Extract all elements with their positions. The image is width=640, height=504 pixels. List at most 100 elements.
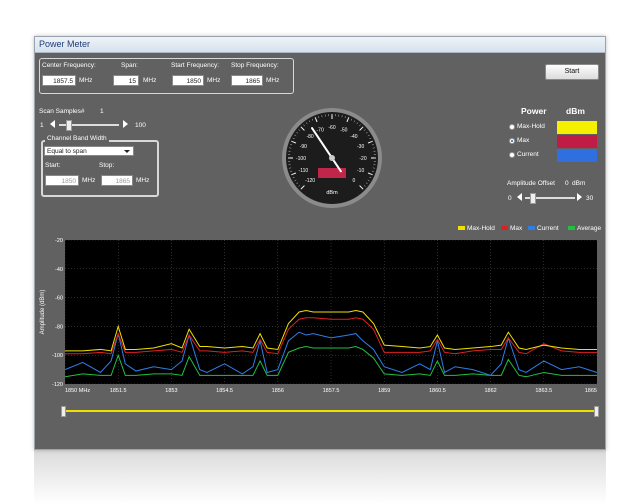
span-label: Span: xyxy=(121,62,138,69)
scan-decrement-arrow-icon[interactable] xyxy=(50,120,55,128)
frequency-range-track[interactable] xyxy=(65,410,595,412)
gauge-readout xyxy=(318,168,346,178)
gauge-tick-label: 0 xyxy=(353,178,356,184)
scan-increment-arrow-icon[interactable] xyxy=(123,120,128,128)
range-end-thumb[interactable] xyxy=(594,406,599,417)
gauge-tick-label: -60 xyxy=(328,125,335,131)
y-tick-label: -20 xyxy=(55,238,63,244)
window-reflection xyxy=(34,449,606,504)
legend-item-average: Average xyxy=(568,225,601,232)
cbw-stop-label: Stop: xyxy=(99,162,115,169)
window-title: Power Meter xyxy=(39,39,91,49)
gauge-tick-label: -120 xyxy=(305,178,315,184)
gauge-tick-label: -70 xyxy=(317,127,324,133)
cbw-start-unit: MHz xyxy=(82,177,96,184)
range-start-thumb[interactable] xyxy=(61,406,66,417)
gauge-tick-label: -30 xyxy=(357,144,364,150)
dbm-label: dBm xyxy=(566,106,585,116)
x-tick-label: 1856 xyxy=(272,388,284,394)
current-label: Current xyxy=(517,151,539,158)
x-tick-label: 1850 MHz xyxy=(65,388,90,394)
frequency-range-slider[interactable] xyxy=(61,406,599,417)
maxhold-radio[interactable] xyxy=(509,124,515,130)
legend-item-current: Current xyxy=(528,225,559,232)
max-label: Max xyxy=(517,137,530,144)
amplitude-offset-min: 0 xyxy=(508,195,512,202)
cbw-start-input[interactable]: 1850 xyxy=(45,175,79,186)
legend-label: Max-Hold xyxy=(467,225,495,232)
channel-band-width-mode: Equal to span xyxy=(47,148,87,155)
y-tick-label: -60 xyxy=(55,296,63,302)
amplitude-decrement-arrow-icon[interactable] xyxy=(517,193,522,201)
gauge-tick-label: -50 xyxy=(340,127,347,133)
gauge-tick-label: -20 xyxy=(359,156,366,162)
legend-swatch xyxy=(528,226,535,231)
x-tick-label: 1851.5 xyxy=(110,388,127,394)
center-frequency-unit: MHz xyxy=(79,77,93,84)
legend-swatch xyxy=(501,226,508,231)
amplitude-increment-arrow-icon[interactable] xyxy=(577,193,582,201)
legend-item-max-hold: Max-Hold xyxy=(458,225,495,232)
maxhold-color-swatch xyxy=(557,121,597,134)
gauge-tick-label: -80 xyxy=(306,134,313,140)
x-tick-label: 1857.5 xyxy=(323,388,340,394)
current-color-swatch xyxy=(557,149,597,162)
center-frequency-input[interactable]: 1857.5 xyxy=(42,75,76,86)
max-radio[interactable] xyxy=(509,138,515,144)
amplitude-offset-unit: dBm xyxy=(572,180,586,187)
gauge-hub xyxy=(329,155,335,161)
amplitude-offset-label: Amplitude Offset xyxy=(507,180,555,187)
channel-band-width-title: Channel Band Width xyxy=(45,135,109,142)
gauge-tick-label: -40 xyxy=(350,134,357,140)
legend-item-max: Max xyxy=(501,225,522,232)
gauge-tick-label: -90 xyxy=(300,144,307,150)
center-frequency-label: Center Frequency: xyxy=(42,62,96,69)
start-button[interactable]: Start xyxy=(545,64,599,80)
scan-samples-min: 1 xyxy=(40,122,44,129)
span-unit: MHz xyxy=(143,77,157,84)
y-tick-label: -80 xyxy=(55,324,63,330)
chevron-down-icon xyxy=(124,150,130,153)
legend-label: Current xyxy=(537,225,559,232)
cbw-stop-unit: MHz xyxy=(136,177,150,184)
scan-samples-max: 100 xyxy=(135,122,146,129)
chart-legend: Max-Hold Max Current Average xyxy=(458,225,603,234)
title-bar: Power Meter xyxy=(35,37,605,53)
start-frequency-unit: MHz xyxy=(207,77,221,84)
x-tick-label: 1865 xyxy=(585,388,597,394)
scan-samples-label: Scan Samples# xyxy=(39,108,85,115)
y-tick-label: -100 xyxy=(52,353,63,359)
legend-swatch xyxy=(568,226,575,231)
scan-samples-value: 1 xyxy=(100,108,104,115)
power-gauge: -120 -110 -100 -90 -80 -70 -60 -50-40-30 -20 -100… xyxy=(282,108,382,208)
stop-frequency-label: Stop Frequency: xyxy=(231,62,279,69)
amplitude-offset-thumb[interactable] xyxy=(529,193,536,204)
start-frequency-label: Start Frequency: xyxy=(171,62,220,69)
x-tick-label: 1860.5 xyxy=(429,388,446,394)
power-label: Power xyxy=(521,106,547,116)
stop-frequency-unit: MHz xyxy=(266,77,280,84)
cbw-stop-input[interactable]: 1865 xyxy=(101,175,133,186)
amplitude-offset-max: 30 xyxy=(586,195,594,202)
spectrum-chart: -20 -40 -60 -80 -100 -1201850 MHz 1851.5 1853 18… xyxy=(40,238,598,394)
x-tick-label: 1862 xyxy=(484,388,496,394)
max-color-swatch xyxy=(557,135,597,148)
x-tick-label: 1863.5 xyxy=(535,388,552,394)
cbw-start-label: Start: xyxy=(45,162,61,169)
scan-samples-thumb[interactable] xyxy=(65,120,72,131)
legend-label: Average xyxy=(577,225,602,232)
gauge-tick-label: -110 xyxy=(299,168,309,174)
stop-frequency-input[interactable]: 1865 xyxy=(231,75,263,86)
x-tick-label: 1853 xyxy=(165,388,177,394)
current-radio[interactable] xyxy=(509,152,515,158)
channel-band-width-select[interactable]: Equal to span xyxy=(44,146,134,156)
start-frequency-input[interactable]: 1850 xyxy=(172,75,204,86)
x-tick-label: 1859 xyxy=(378,388,390,394)
amplitude-offset-value: 0 xyxy=(565,180,569,187)
power-meter-window: Power Meter Center Frequency: 1857.5 MHz… xyxy=(34,36,606,450)
y-axis-label: Amplitude (dBm) xyxy=(40,290,46,335)
y-tick-label: -40 xyxy=(55,267,63,273)
y-tick-label: -120 xyxy=(52,382,63,388)
span-input[interactable]: 15 xyxy=(113,75,139,86)
gauge-tick-label: -100 xyxy=(296,156,306,162)
